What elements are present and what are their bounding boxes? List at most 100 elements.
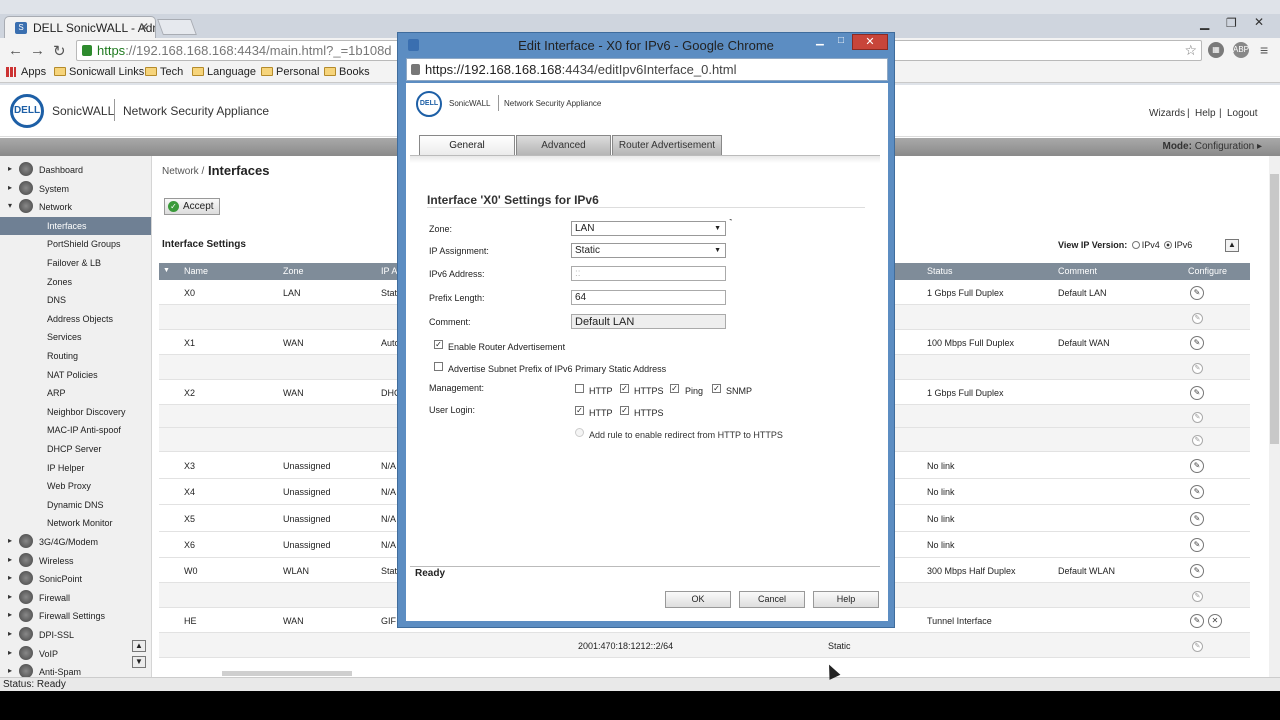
chevron-right-icon[interactable]: ▸ [8, 536, 12, 545]
sidebar-item-dashboard[interactable]: ▸ Dashboard [0, 161, 151, 179]
sidebar-item-ip-helper[interactable]: IP Helper [0, 459, 151, 477]
chevron-right-icon[interactable]: ▸ [8, 610, 12, 619]
edit-disabled-icon[interactable]: ✎ [1192, 591, 1203, 602]
mgmt-snmp-checkbox[interactable]: ✓ [712, 384, 721, 393]
sidebar-item-network[interactable]: ▾ Network [0, 198, 151, 216]
tab-general[interactable]: General [419, 135, 515, 156]
collapse-up-icon[interactable]: ▲ [1225, 239, 1239, 252]
edit-disabled-icon[interactable]: ✎ [1192, 363, 1203, 374]
extension-icon[interactable]: ▦ [1208, 42, 1224, 58]
bookmark-personal[interactable]: Personal [261, 66, 319, 78]
sidebar-item-dns[interactable]: DNS [0, 291, 151, 309]
column-comment[interactable]: Comment [1058, 266, 1097, 276]
edit-icon[interactable]: ✎ [1190, 336, 1204, 350]
help-button[interactable]: Help [813, 591, 879, 608]
column-name[interactable]: Name [184, 266, 208, 276]
menu-icon[interactable]: ≡ [1260, 42, 1268, 58]
ul-http-checkbox[interactable]: ✓ [575, 406, 584, 415]
edit-disabled-icon[interactable]: ✎ [1192, 641, 1203, 652]
horizontal-scrollbar[interactable] [222, 671, 352, 676]
close-window-icon[interactable]: ✕ [1254, 15, 1264, 29]
cancel-button[interactable]: Cancel [739, 591, 805, 608]
maximize-icon[interactable]: □ [838, 35, 844, 50]
sidebar-item-neighbor-discovery[interactable]: Neighbor Discovery [0, 403, 151, 421]
advertise-prefix-checkbox[interactable] [434, 362, 443, 371]
zone-select[interactable]: LAN ▼ [571, 221, 726, 236]
sidebar-item-failover-lb[interactable]: Failover & LB [0, 254, 151, 272]
logout-link[interactable]: Logout [1227, 108, 1258, 119]
chevron-right-icon[interactable]: ▸ [8, 573, 12, 582]
sidebar-item-zones[interactable]: Zones [0, 273, 151, 291]
ipv6-address-input[interactable]: :: [571, 266, 726, 281]
chevron-right-icon[interactable]: ▸ [8, 183, 12, 192]
column-ip[interactable]: IP A [381, 266, 397, 276]
mgmt-ping-checkbox[interactable]: ✓ [670, 384, 679, 393]
bookmark-language[interactable]: Language [192, 66, 256, 78]
sidebar-item-3g-4g-modem[interactable]: ▸ 3G/4G/Modem [0, 533, 151, 551]
popup-address-bar[interactable]: https://192.168.168.168:4434/editIpv6Int… [406, 58, 888, 81]
minimize-icon[interactable]: ▁ [1200, 16, 1209, 30]
sidebar-item-interfaces[interactable]: Interfaces [0, 216, 151, 235]
ip-assignment-select[interactable]: Static ▼ [571, 243, 726, 258]
adblock-icon[interactable]: ABP [1233, 42, 1249, 58]
sidebar-item-dhcp-server[interactable]: DHCP Server [0, 440, 151, 458]
edit-icon[interactable]: ✎ [1190, 386, 1204, 400]
sidebar-item-web-proxy[interactable]: Web Proxy [0, 477, 151, 495]
redirect-checkbox[interactable] [575, 428, 584, 437]
sidebar-item-portshield-groups[interactable]: PortShield Groups [0, 235, 151, 253]
bookmark-sonicwall-links[interactable]: Sonicwall Links [54, 66, 144, 78]
chevron-right-icon[interactable]: ▸ [8, 592, 12, 601]
comment-input[interactable]: Default LAN [571, 314, 726, 329]
chevron-right-icon[interactable]: ▸ [8, 164, 12, 173]
bookmark-books[interactable]: Books [324, 66, 370, 78]
sidebar-item-firewall-settings[interactable]: ▸ Firewall Settings [0, 607, 151, 625]
scrollbar-thumb[interactable] [1270, 174, 1279, 444]
column-configure[interactable]: Configure [1188, 266, 1227, 276]
sidebar-item-voip[interactable]: ▸ VoIP [0, 645, 151, 663]
help-link[interactable]: Help [1195, 108, 1216, 119]
minimize-icon[interactable]: ▁ [816, 35, 824, 50]
sidebar-item-network-monitor[interactable]: Network Monitor [0, 514, 151, 532]
sidebar-item-address-objects[interactable]: Address Objects [0, 310, 151, 328]
accept-button[interactable]: ✓ Accept [164, 198, 220, 215]
edit-disabled-icon[interactable]: ✎ [1192, 435, 1203, 446]
edit-icon[interactable]: ✎ [1190, 459, 1204, 473]
edit-icon[interactable]: ✎ [1190, 512, 1204, 526]
restore-icon[interactable]: ❐ [1226, 16, 1237, 30]
column-status[interactable]: Status [927, 266, 953, 276]
sidebar-item-nat-policies[interactable]: NAT Policies [0, 366, 151, 384]
tab-router-advertisement[interactable]: Router Advertisement [612, 135, 722, 155]
sidebar-item-system[interactable]: ▸ System [0, 180, 151, 198]
edit-icon[interactable]: ✎ [1190, 485, 1204, 499]
vertical-scrollbar[interactable] [1269, 156, 1280, 677]
sidebar-item-dpi-ssl[interactable]: ▸ DPI-SSL [0, 626, 151, 644]
sidebar-item-mac-ip-anti-spoof[interactable]: MAC-IP Anti-spoof [0, 421, 151, 439]
prefix-length-input[interactable]: 64 [571, 290, 726, 305]
sort-icon[interactable]: ▼ [163, 267, 170, 274]
sidebar-item-services[interactable]: Services [0, 328, 151, 346]
sidebar-item-anti-spam[interactable]: ▸ Anti-Spam [0, 663, 151, 677]
close-tab-icon[interactable]: ✕ [139, 20, 149, 34]
edit-icon[interactable]: ✎ [1190, 286, 1204, 300]
sidebar-item-wireless[interactable]: ▸ Wireless [0, 552, 151, 570]
bookmark-apps[interactable]: Apps [6, 66, 46, 78]
wizards-link[interactable]: Wizards [1149, 108, 1185, 119]
scroll-down-icon[interactable]: ▼ [132, 656, 146, 668]
forward-icon[interactable]: → [30, 42, 45, 59]
mode-indicator[interactable]: Mode: Configuration ▸ [1162, 141, 1262, 152]
browser-tab[interactable]: S DELL SonicWALL - Admin ✕ [4, 16, 156, 38]
back-icon[interactable]: ← [8, 42, 23, 59]
chevron-down-icon[interactable]: ▾ [8, 201, 12, 210]
star-icon[interactable]: ☆ [1184, 42, 1197, 59]
edit-icon[interactable]: ✎ [1190, 614, 1204, 628]
bookmark-tech[interactable]: Tech [145, 66, 183, 78]
sidebar-item-routing[interactable]: Routing [0, 347, 151, 365]
new-tab-button[interactable] [157, 19, 197, 35]
delete-icon[interactable]: ✕ [1208, 614, 1222, 628]
edit-icon[interactable]: ✎ [1190, 564, 1204, 578]
chevron-right-icon[interactable]: ▸ [8, 629, 12, 638]
chevron-right-icon[interactable]: ▸ [8, 648, 12, 657]
mgmt-https-checkbox[interactable]: ✓ [620, 384, 629, 393]
close-window-icon[interactable]: ✕ [852, 34, 888, 50]
chevron-right-icon[interactable]: ▸ [8, 666, 12, 675]
